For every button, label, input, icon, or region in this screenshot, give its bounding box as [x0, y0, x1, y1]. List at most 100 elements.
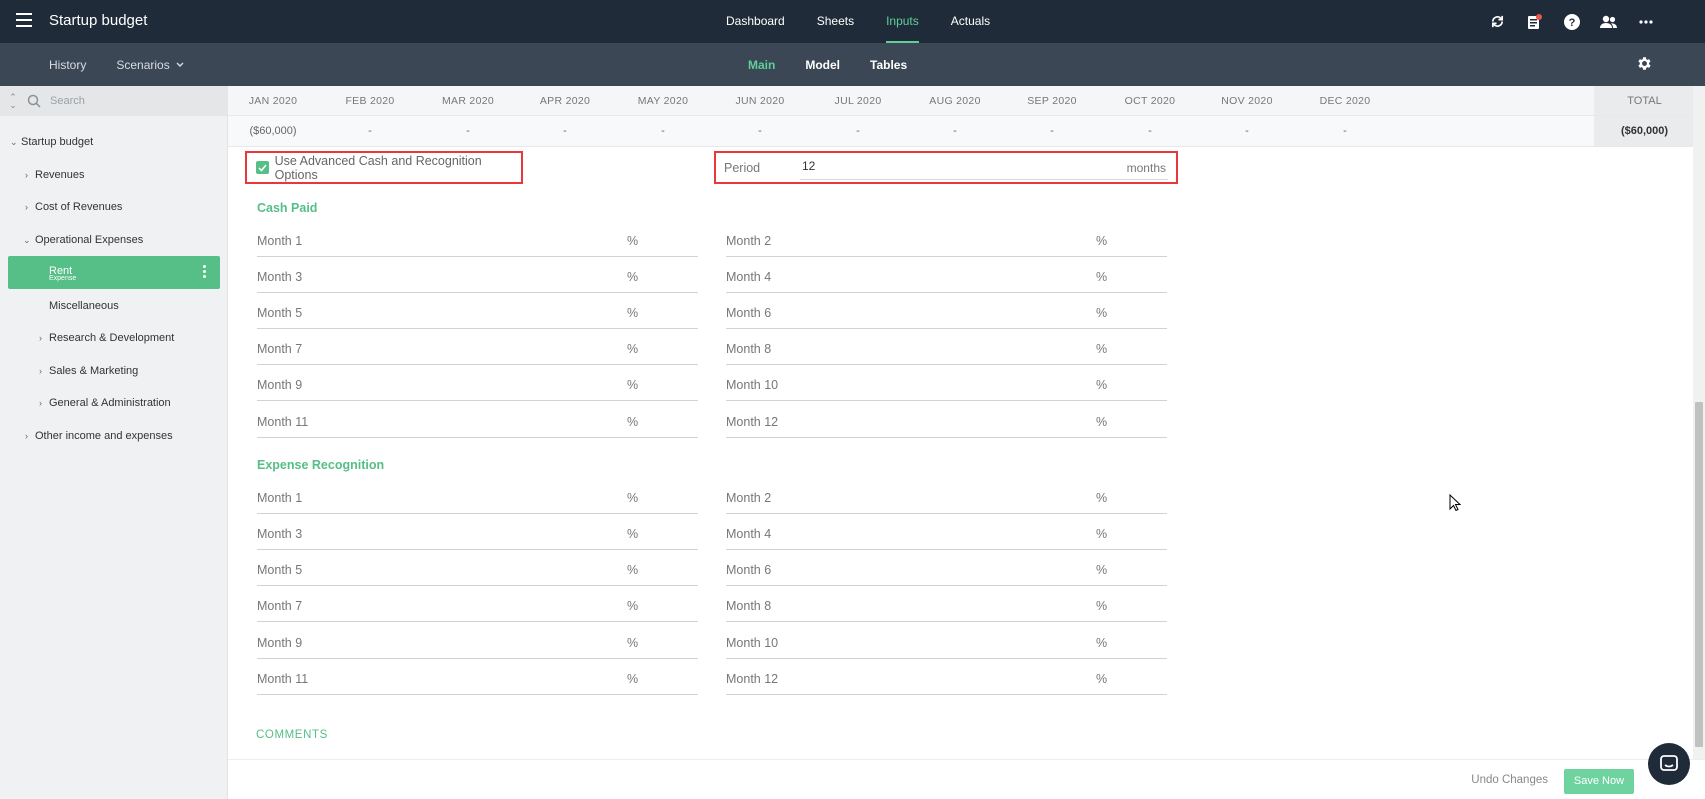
recognition-month-1[interactable]: Month 1%: [257, 484, 698, 514]
recognition-month-2[interactable]: Month 2%: [726, 484, 1167, 514]
scenarios-dropdown[interactable]: Scenarios: [116, 58, 184, 72]
month-header: DEC 2020: [1319, 95, 1371, 107]
chevron-right-icon: ›: [39, 398, 42, 409]
users-icon[interactable]: [1599, 12, 1618, 31]
cash-paid-month-12[interactable]: Month 12%: [726, 408, 1167, 438]
advanced-options-checkbox[interactable]: [256, 161, 269, 174]
cash-paid-month-8[interactable]: Month 8%: [726, 335, 1167, 365]
cash-paid-month-1[interactable]: Month 1%: [257, 227, 698, 257]
gear-icon[interactable]: [1636, 55, 1655, 74]
percent-input[interactable]: [836, 414, 1086, 428]
top-icons: ?: [1488, 0, 1655, 43]
tab-main[interactable]: Main: [748, 58, 775, 72]
cash-paid-month-7[interactable]: Month 7%: [257, 335, 698, 365]
percent-input[interactable]: [836, 377, 1086, 391]
percent-input[interactable]: [836, 598, 1086, 612]
cash-paid-month-10[interactable]: Month 10%: [726, 371, 1167, 401]
tab-model[interactable]: Model: [805, 58, 840, 72]
sidebar-item-other-income[interactable]: › Other income and expenses: [0, 420, 228, 453]
percent-input[interactable]: [836, 490, 1086, 504]
month-value[interactable]: -: [813, 116, 903, 146]
cash-paid-month-6[interactable]: Month 6%: [726, 299, 1167, 329]
search-icon[interactable]: [26, 93, 42, 109]
percent-input[interactable]: [836, 341, 1086, 355]
period-input[interactable]: [802, 159, 1102, 173]
sidebar-item-revenues[interactable]: › Revenues: [0, 159, 228, 192]
sidebar-item-research-development[interactable]: › Research & Development: [0, 322, 228, 355]
nav-dashboard[interactable]: Dashboard: [710, 0, 801, 43]
notifications-icon[interactable]: [1525, 12, 1544, 31]
sidebar-item-sales-marketing[interactable]: › Sales & Marketing: [0, 355, 228, 388]
recognition-month-8[interactable]: Month 8%: [726, 592, 1167, 622]
recognition-month-12[interactable]: Month 12%: [726, 665, 1167, 695]
percent-input[interactable]: [836, 269, 1086, 283]
month-value[interactable]: -: [618, 116, 708, 146]
percent-input[interactable]: [836, 635, 1086, 649]
month-value[interactable]: -: [423, 116, 513, 146]
percent-input[interactable]: [367, 269, 617, 283]
refresh-icon[interactable]: [1488, 12, 1507, 31]
percent-input[interactable]: [367, 414, 617, 428]
more-icon[interactable]: [1636, 12, 1655, 31]
month-value[interactable]: -: [715, 116, 805, 146]
cash-paid-month-11[interactable]: Month 11%: [257, 408, 698, 438]
percent-unit: %: [1096, 563, 1108, 577]
cash-paid-month-9[interactable]: Month 9%: [257, 371, 698, 401]
percent-input[interactable]: [367, 233, 617, 247]
month-value[interactable]: -: [1300, 116, 1390, 146]
tab-tables[interactable]: Tables: [870, 58, 907, 72]
cash-paid-month-4[interactable]: Month 4%: [726, 263, 1167, 293]
percent-input[interactable]: [367, 490, 617, 504]
month-value[interactable]: -: [910, 116, 1000, 146]
percent-input[interactable]: [367, 635, 617, 649]
hamburger-menu-icon[interactable]: [16, 13, 32, 29]
month-value[interactable]: -: [1105, 116, 1195, 146]
sidebar-item-rent[interactable]: Rent Expense: [8, 256, 220, 290]
search-input[interactable]: [50, 95, 210, 107]
cash-paid-month-3[interactable]: Month 3%: [257, 263, 698, 293]
month-value[interactable]: -: [1202, 116, 1292, 146]
expand-collapse-icon[interactable]: ⌃ ⌄: [0, 93, 26, 110]
sidebar-item-general-administration[interactable]: › General & Administration: [0, 387, 228, 420]
percent-input[interactable]: [367, 377, 617, 391]
percent-input[interactable]: [367, 526, 617, 540]
percent-input[interactable]: [367, 598, 617, 612]
cash-paid-month-2[interactable]: Month 2%: [726, 227, 1167, 257]
month-value[interactable]: -: [1007, 116, 1097, 146]
recognition-month-3[interactable]: Month 3%: [257, 520, 698, 550]
nav-inputs[interactable]: Inputs: [870, 0, 935, 43]
cash-paid-month-5[interactable]: Month 5%: [257, 299, 698, 329]
recognition-month-9[interactable]: Month 9%: [257, 629, 698, 659]
undo-changes-button[interactable]: Undo Changes: [1471, 774, 1548, 786]
sidebar-item-startup-budget[interactable]: ⌄ Startup budget: [0, 126, 228, 159]
recognition-month-7[interactable]: Month 7%: [257, 592, 698, 622]
recognition-month-10[interactable]: Month 10%: [726, 629, 1167, 659]
percent-input[interactable]: [367, 341, 617, 355]
percent-input[interactable]: [836, 233, 1086, 247]
nav-sheets[interactable]: Sheets: [801, 0, 870, 43]
kebab-menu-icon[interactable]: [203, 265, 206, 280]
save-now-button[interactable]: Save Now: [1564, 769, 1634, 794]
percent-input[interactable]: [836, 526, 1086, 540]
recognition-month-4[interactable]: Month 4%: [726, 520, 1167, 550]
sidebar-item-operational-expenses[interactable]: ⌄ Operational Expenses: [0, 224, 228, 257]
percent-input[interactable]: [836, 671, 1086, 685]
recognition-month-5[interactable]: Month 5%: [257, 556, 698, 586]
sidebar-item-miscellaneous[interactable]: Miscellaneous: [0, 289, 228, 322]
recognition-month-6[interactable]: Month 6%: [726, 556, 1167, 586]
chat-launcher-icon[interactable]: [1648, 743, 1690, 785]
history-link[interactable]: History: [49, 58, 86, 72]
percent-input[interactable]: [836, 305, 1086, 319]
sidebar-item-cost-of-revenues[interactable]: › Cost of Revenues: [0, 191, 228, 224]
percent-input[interactable]: [836, 562, 1086, 576]
scrollbar-thumb[interactable]: [1695, 402, 1703, 747]
percent-input[interactable]: [367, 562, 617, 576]
nav-actuals[interactable]: Actuals: [935, 0, 1006, 43]
month-value[interactable]: -: [520, 116, 610, 146]
month-value[interactable]: -: [325, 116, 415, 146]
help-icon[interactable]: ?: [1562, 12, 1581, 31]
percent-input[interactable]: [367, 671, 617, 685]
recognition-month-11[interactable]: Month 11%: [257, 665, 698, 695]
percent-input[interactable]: [367, 305, 617, 319]
month-value[interactable]: ($60,000): [228, 116, 318, 146]
